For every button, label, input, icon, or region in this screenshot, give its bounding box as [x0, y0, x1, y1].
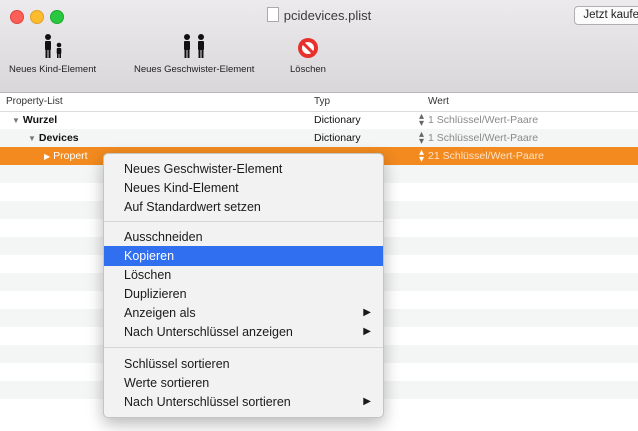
delete-button[interactable]: Löschen — [290, 30, 326, 75]
menu-item-sort-keys[interactable]: Schlüssel sortieren — [104, 354, 383, 374]
menu-item-sort-values[interactable]: Werte sortieren — [104, 373, 383, 393]
submenu-arrow-icon: ▶ — [363, 307, 371, 318]
row-value: 1 Schlüssel/Wert-Paare — [428, 132, 539, 144]
menu-item-show-as[interactable]: Anzeigen als ▶ — [104, 303, 383, 323]
context-menu: Neues Geschwister-Element Neues Kind-Ele… — [103, 153, 384, 418]
menu-item-label: Neues Geschwister-Element — [124, 162, 283, 176]
menu-item-sort-by-subkey[interactable]: Nach Unterschlüssel sortieren ▶ — [104, 392, 383, 412]
toolbar-label: Neues Kind-Element — [9, 64, 97, 75]
toolbar-label: Löschen — [290, 64, 326, 75]
menu-item-label: Schlüssel sortieren — [124, 357, 230, 371]
row-type: Dictionary — [314, 114, 361, 126]
window-title: pcidevices.plist — [0, 7, 638, 23]
titlebar: pcidevices.plist Jetzt kaufe Neues Kind-… — [0, 0, 638, 93]
app-window: pcidevices.plist Jetzt kaufe Neues Kind-… — [0, 0, 638, 431]
buy-now-button[interactable]: Jetzt kaufe — [574, 6, 638, 25]
new-sibling-element-button[interactable]: Neues Geschwister-Element — [134, 30, 254, 75]
menu-item-copy[interactable]: Kopieren — [104, 246, 383, 266]
document-icon — [266, 7, 279, 22]
menu-item-duplicate[interactable]: Duplizieren — [104, 284, 383, 304]
row-type: Dictionary — [314, 132, 361, 144]
new-sibling-icon — [184, 34, 205, 58]
disclosure-expanded-icon[interactable]: ▼ — [28, 134, 36, 143]
row-key: Wurzel — [22, 114, 58, 126]
menu-item-label: Nach Unterschlüssel sortieren — [124, 395, 291, 409]
menu-item-show-by-subkey[interactable]: Nach Unterschlüssel anzeigen ▶ — [104, 322, 383, 342]
table-row[interactable]: ▼ Wurzel Dictionary ▴ ▾ 1 Schlüssel/Wert-P… — [0, 111, 638, 129]
submenu-arrow-icon: ▶ — [363, 396, 371, 407]
menu-item-reset-default[interactable]: Auf Standardwert setzen — [104, 197, 383, 217]
disclosure-expanded-icon[interactable]: ▼ — [12, 116, 20, 125]
column-header-value[interactable]: Wert — [428, 96, 449, 107]
menu-item-label: Werte sortieren — [124, 376, 210, 390]
menu-item-label: Kopieren — [124, 249, 175, 263]
stepper-icon[interactable]: ▴ ▾ — [419, 148, 424, 165]
menu-item-label: Auf Standardwert setzen — [124, 200, 261, 214]
row-value: 21 Schlüssel/Wert-Paare — [428, 150, 544, 162]
new-child-element-button[interactable]: Neues Kind-Element — [9, 30, 96, 75]
menu-item-label: Löschen — [124, 268, 172, 282]
menu-item-label: Nach Unterschlüssel anzeigen — [124, 325, 293, 339]
menu-item-new-child[interactable]: Neues Kind-Element — [104, 178, 383, 198]
delete-icon — [297, 38, 318, 58]
menu-item-cut[interactable]: Ausschneiden — [104, 227, 383, 247]
row-key: Devices — [38, 132, 79, 144]
menu-item-new-sibling[interactable]: Neues Geschwister-Element — [104, 159, 383, 179]
menu-separator — [104, 347, 383, 348]
toolbar-label: Neues Geschwister-Element — [134, 64, 255, 75]
column-header: Property-List Typ Wert — [0, 93, 638, 112]
column-header-property[interactable]: Property-List — [6, 96, 63, 107]
submenu-arrow-icon: ▶ — [363, 326, 371, 337]
new-child-icon — [44, 34, 61, 58]
menu-separator — [104, 221, 383, 222]
menu-item-delete[interactable]: Löschen — [104, 265, 383, 285]
disclosure-collapsed-icon[interactable]: ▶ — [44, 152, 50, 161]
stepper-icon[interactable]: ▴ ▾ — [419, 112, 424, 129]
row-key: Propert — [53, 150, 88, 162]
menu-item-label: Anzeigen als — [124, 306, 196, 320]
row-value: 1 Schlüssel/Wert-Paare — [428, 114, 539, 126]
menu-item-label: Ausschneiden — [124, 230, 203, 244]
table-row[interactable]: ▼ Devices Dictionary ▴ ▾ 1 Schlüssel/Wert-… — [0, 129, 638, 147]
menu-item-label: Duplizieren — [124, 287, 187, 301]
stepper-icon[interactable]: ▴ ▾ — [419, 130, 424, 147]
menu-item-label: Neues Kind-Element — [124, 181, 239, 195]
column-header-type[interactable]: Typ — [314, 96, 330, 107]
